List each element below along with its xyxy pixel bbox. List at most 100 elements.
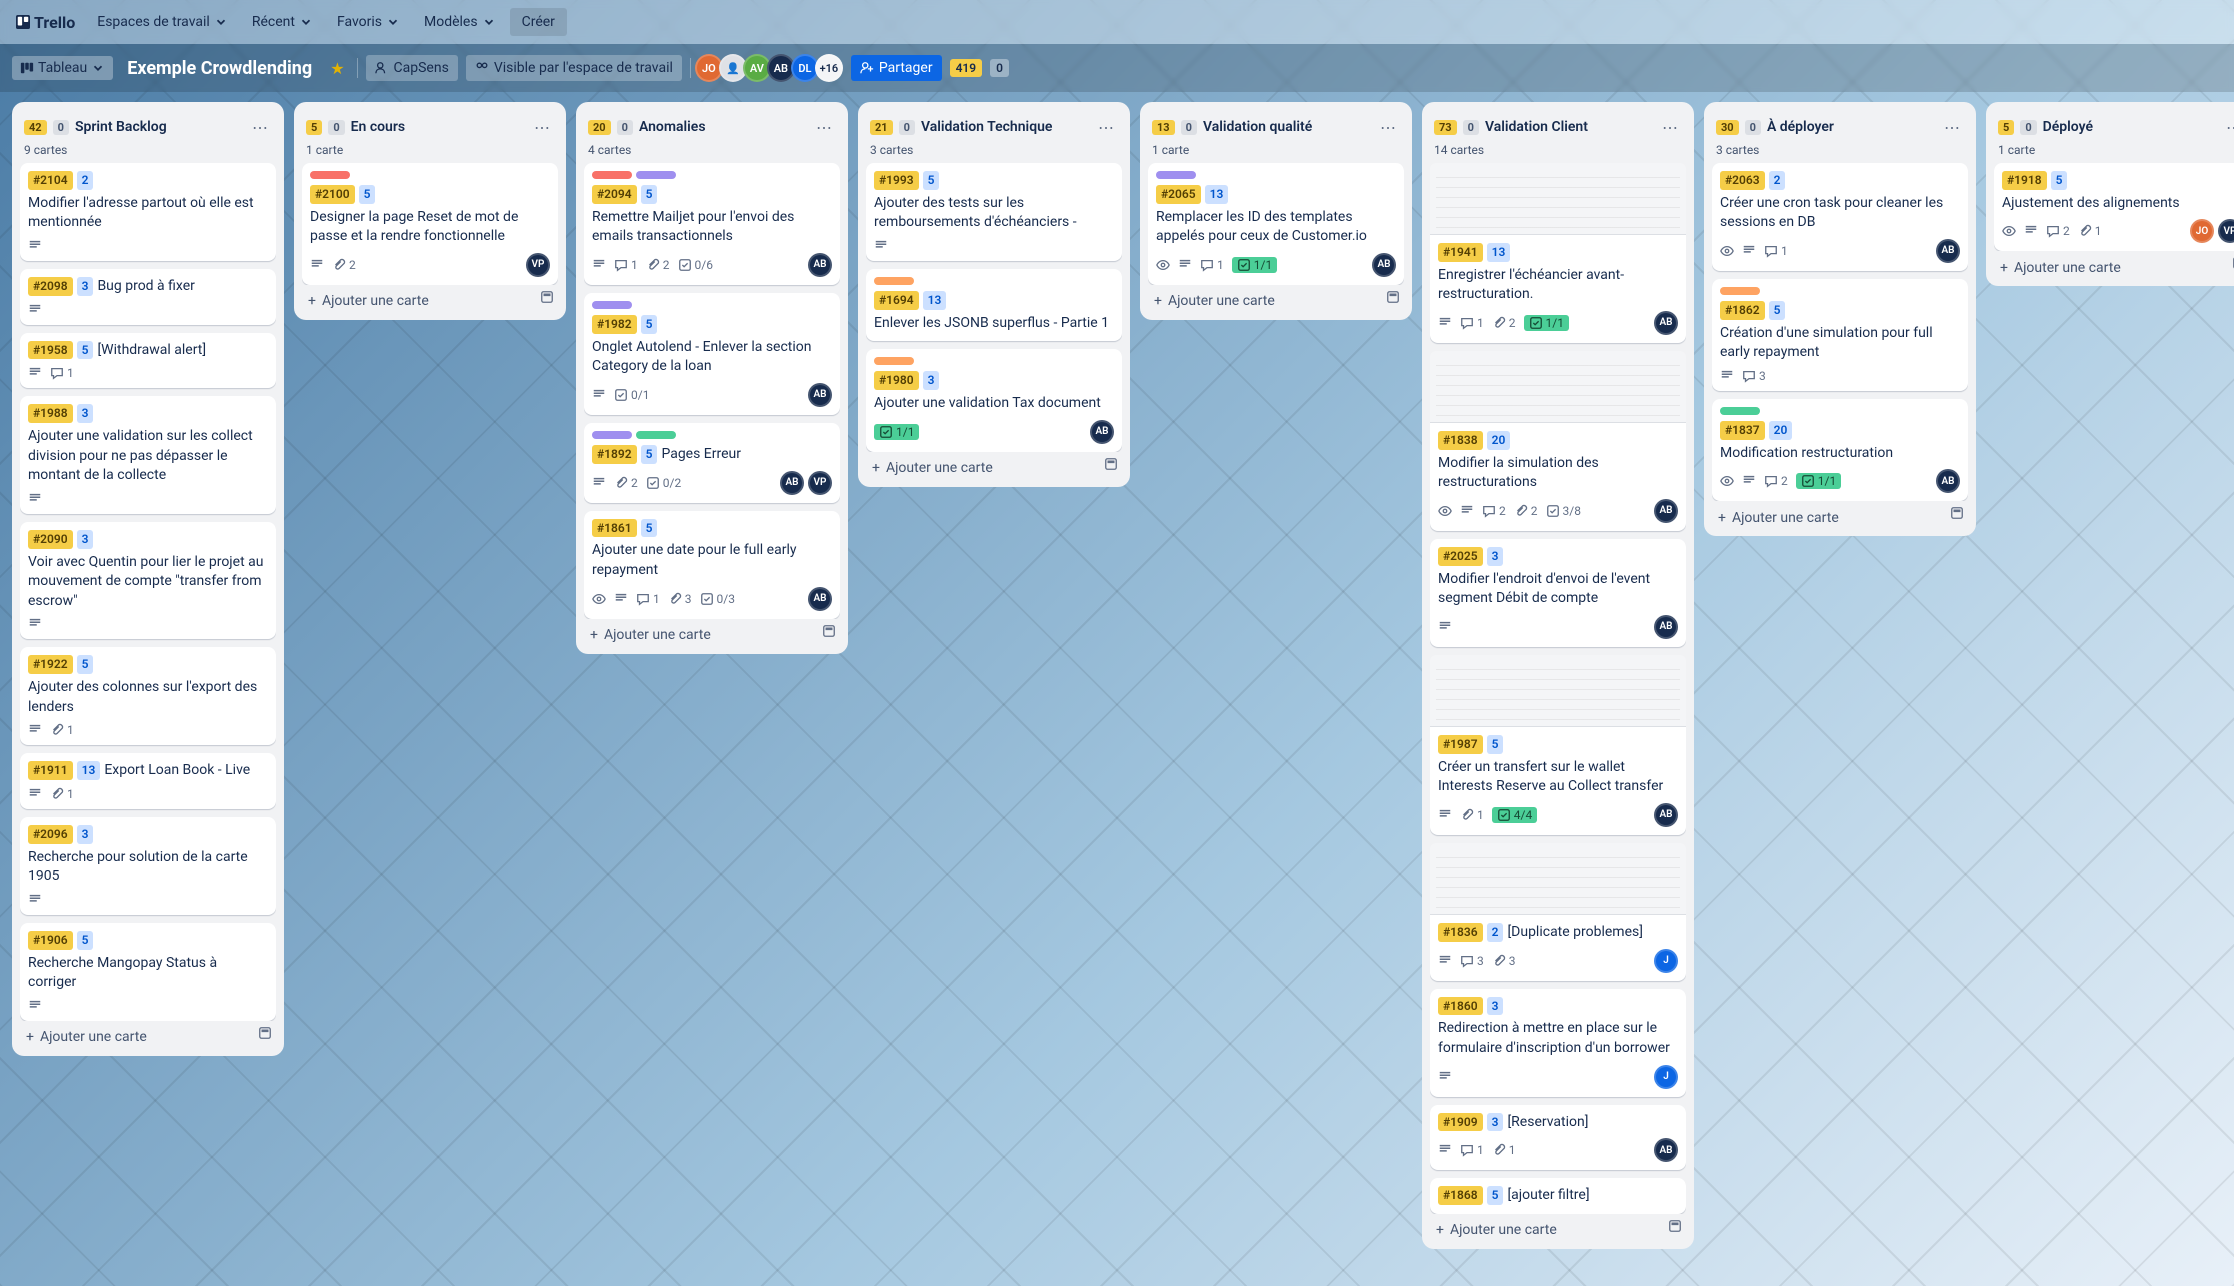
- card[interactable]: #2094 5 Remettre Mailjet pour l'envoi de…: [584, 163, 840, 285]
- card[interactable]: #1911 13 Export Loan Book - Live1: [20, 753, 276, 809]
- card-label[interactable]: [636, 171, 676, 179]
- card-label[interactable]: [636, 431, 676, 439]
- card-member-avatar[interactable]: J: [1654, 949, 1678, 973]
- card-member-avatar[interactable]: AB: [1936, 239, 1960, 263]
- card[interactable]: #1860 3 Redirection à mettre en place su…: [1430, 989, 1686, 1097]
- card-label[interactable]: [592, 431, 632, 439]
- card[interactable]: #1941 13 Enregistrer l'échéancier avant-…: [1430, 163, 1686, 343]
- add-card-button[interactable]: +Ajouter une carte: [1712, 502, 1946, 528]
- card[interactable]: #1838 20 Modifier la simulation des rest…: [1430, 351, 1686, 531]
- card[interactable]: #2090 3 Voir avec Quentin pour lier le p…: [20, 522, 276, 640]
- board-name[interactable]: Exemple Crowdlending: [121, 58, 318, 79]
- card-label[interactable]: [592, 171, 632, 179]
- card[interactable]: #2025 3 Modifier l'endroit d'envoi de l'…: [1430, 539, 1686, 647]
- list-menu[interactable]: ⋯: [812, 114, 836, 141]
- card-member-avatar[interactable]: J: [1654, 1065, 1678, 1089]
- card[interactable]: #2063 2 Créer une cron task pour cleaner…: [1712, 163, 1968, 271]
- add-card-button[interactable]: +Ajouter une carte: [1148, 285, 1382, 311]
- nav-create[interactable]: Créer: [510, 8, 567, 36]
- template-icon[interactable]: [1382, 285, 1404, 312]
- card-label[interactable]: [874, 277, 914, 285]
- card-label[interactable]: [1156, 171, 1196, 179]
- add-card-button[interactable]: +Ajouter une carte: [1994, 252, 2228, 278]
- card-label[interactable]: [1720, 287, 1760, 295]
- card[interactable]: #1958 5 [Withdrawal alert]1: [20, 333, 276, 389]
- template-icon[interactable]: [254, 1021, 276, 1048]
- list-title[interactable]: En cours: [351, 118, 524, 136]
- card-member-avatar[interactable]: AB: [1936, 469, 1960, 493]
- card-label[interactable]: [310, 171, 350, 179]
- card[interactable]: #1892 5 Pages Erreur20/2ABVP: [584, 423, 840, 503]
- list-menu[interactable]: ⋯: [1094, 114, 1118, 141]
- list-title[interactable]: Anomalies: [639, 118, 806, 136]
- card[interactable]: #2098 3 Bug prod à fixer: [20, 269, 276, 325]
- workspace-button[interactable]: CapSens: [366, 55, 458, 81]
- card-member-avatar[interactable]: AB: [780, 471, 804, 495]
- card-member-avatar[interactable]: AB: [1090, 420, 1114, 444]
- card[interactable]: #1993 5 Ajouter des tests sur les rembou…: [866, 163, 1122, 261]
- list-menu[interactable]: ⋯: [248, 114, 272, 141]
- list-title[interactable]: Validation Technique: [921, 118, 1088, 136]
- star-icon[interactable]: ★: [326, 55, 348, 82]
- card-member-avatar[interactable]: VP: [808, 471, 832, 495]
- card[interactable]: #1982 5 Onglet Autolend - Enlever la sec…: [584, 293, 840, 415]
- card[interactable]: #1836 2 [Duplicate problemes]33J: [1430, 843, 1686, 981]
- view-switcher[interactable]: Tableau: [12, 56, 113, 80]
- list-menu[interactable]: ⋯: [2222, 114, 2234, 141]
- card[interactable]: #1868 5 [ajouter filtre]: [1430, 1178, 1686, 1214]
- list-title[interactable]: Déployé: [2043, 118, 2216, 136]
- add-card-button[interactable]: +Ajouter une carte: [302, 285, 536, 311]
- template-icon[interactable]: [536, 285, 558, 312]
- add-card-button[interactable]: +Ajouter une carte: [866, 452, 1100, 478]
- card-member-avatar[interactable]: AB: [808, 383, 832, 407]
- card-member-avatar[interactable]: AB: [1654, 803, 1678, 827]
- card-label[interactable]: [592, 301, 632, 309]
- template-icon[interactable]: [1664, 1214, 1686, 1241]
- template-icon[interactable]: [1100, 452, 1122, 479]
- card-member-avatar[interactable]: AB: [1654, 499, 1678, 523]
- card-member-avatar[interactable]: AB: [808, 587, 832, 611]
- add-card-button[interactable]: +Ajouter une carte: [20, 1021, 254, 1047]
- card[interactable]: #1862 5 Création d'une simulation pour f…: [1712, 279, 1968, 391]
- list-menu[interactable]: ⋯: [1940, 114, 1964, 141]
- brand-logo[interactable]: Trello: [8, 7, 83, 38]
- card[interactable]: #1922 5 Ajouter des colonnes sur l'expor…: [20, 647, 276, 745]
- nav-favorites[interactable]: Favoris: [327, 8, 410, 36]
- card[interactable]: #1837 20 Modification restructuration21/…: [1712, 399, 1968, 501]
- card-member-avatar[interactable]: JO: [2190, 219, 2214, 243]
- card-label[interactable]: [1720, 407, 1760, 415]
- card[interactable]: #2100 5 Designer la page Reset de mot de…: [302, 163, 558, 285]
- visibility-button[interactable]: Visible par l'espace de travail: [466, 55, 682, 81]
- list-menu[interactable]: ⋯: [1658, 114, 1682, 141]
- template-icon[interactable]: [2228, 251, 2234, 278]
- card-member-avatar[interactable]: AB: [808, 253, 832, 277]
- list-title[interactable]: Sprint Backlog: [75, 118, 242, 136]
- card[interactable]: #1861 5 Ajouter une date pour le full ea…: [584, 511, 840, 619]
- card[interactable]: #1909 3 [Reservation]11AB: [1430, 1105, 1686, 1171]
- template-icon[interactable]: [818, 619, 840, 646]
- card[interactable]: #2096 3 Recherche pour solution de la ca…: [20, 817, 276, 915]
- card-member-avatar[interactable]: VP: [2218, 219, 2234, 243]
- member-avatars[interactable]: JO 👤 AV AB DL +16: [699, 54, 843, 82]
- card-member-avatar[interactable]: AB: [1654, 1138, 1678, 1162]
- card-member-avatar[interactable]: AB: [1654, 615, 1678, 639]
- card[interactable]: #1987 5 Créer un transfert sur le wallet…: [1430, 655, 1686, 835]
- add-card-button[interactable]: +Ajouter une carte: [1430, 1214, 1664, 1240]
- list-title[interactable]: Validation Client: [1485, 118, 1652, 136]
- card[interactable]: #1918 5 Ajustement des alignements21JOVP: [1994, 163, 2234, 251]
- card-member-avatar[interactable]: AB: [1372, 253, 1396, 277]
- nav-workspaces[interactable]: Espaces de travail: [87, 8, 238, 36]
- list-menu[interactable]: ⋯: [1376, 114, 1400, 141]
- list-title[interactable]: À déployer: [1767, 118, 1934, 136]
- card-member-avatar[interactable]: VP: [526, 253, 550, 277]
- avatar-more[interactable]: +16: [815, 54, 843, 82]
- card[interactable]: #1988 3 Ajouter une validation sur les c…: [20, 396, 276, 514]
- card[interactable]: #2104 2 Modifier l'adresse partout où el…: [20, 163, 276, 261]
- card[interactable]: #2065 13 Remplacer les ID des templates …: [1148, 163, 1404, 285]
- list-menu[interactable]: ⋯: [530, 114, 554, 141]
- card[interactable]: #1694 13 Enlever les JSONB superflus - P…: [866, 269, 1122, 341]
- list-title[interactable]: Validation qualité: [1203, 118, 1370, 136]
- board-canvas[interactable]: 42 0 Sprint Backlog ⋯ 9 cartes #2104 2 M…: [0, 92, 2234, 1286]
- card[interactable]: #1906 5 Recherche Mangopay Status à corr…: [20, 923, 276, 1021]
- template-icon[interactable]: [1946, 501, 1968, 528]
